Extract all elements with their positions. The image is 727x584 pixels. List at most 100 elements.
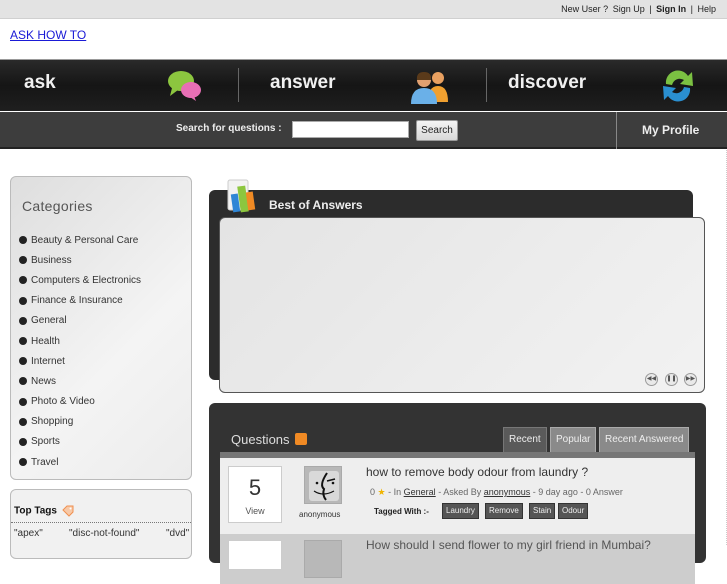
category-label: Business [31,254,72,266]
categories-list: Beauty & Personal Care Business Computer… [19,230,141,472]
bullet-icon [19,236,27,245]
separator: | [649,4,652,14]
tagged-with-label: Tagged With :- [374,507,429,516]
bullet-icon [19,256,27,265]
category-label: Finance & Insurance [31,295,123,307]
bullet-icon [19,357,27,366]
question-meta: 0 ★ - In General - Asked By anonymous - … [370,487,623,498]
rating-count: 0 [370,487,376,497]
rss-icon[interactable] [294,433,307,445]
bullet-icon [19,458,27,467]
search-button[interactable]: Search [416,120,458,141]
nav-answer[interactable]: answer [270,72,335,94]
tab-popular[interactable]: Popular [550,427,597,452]
sign-up-link[interactable]: Sign Up [613,4,645,14]
category-label: Computers & Electronics [31,274,142,286]
question-tag[interactable]: Laundry [442,503,479,519]
categories-panel: Categories Beauty & Personal Care Busine… [10,176,192,480]
bullet-icon [19,397,27,406]
question-age: - 9 day ago - 0 Answer [532,487,623,497]
questions-panel: Questions Recent Popular Recent Answered… [209,403,706,584]
bullet-icon [19,377,27,386]
user-name[interactable]: anonymous [299,510,340,519]
question-tag[interactable]: Remove [485,503,523,519]
category-label: News [31,375,57,387]
category-label: Travel [31,456,59,468]
questions-list: 5 View anonymous how to remove body odou… [220,452,695,584]
question-tag[interactable]: Stain [529,503,556,519]
category-item[interactable]: News [19,371,141,391]
previous-icon[interactable]: ◀◀ [645,373,658,386]
category-item[interactable]: Internet [19,351,141,371]
next-icon[interactable]: ▶▶ [684,373,697,386]
asked-by-label: - Asked By [438,487,482,497]
category-item[interactable]: Travel [19,452,141,472]
category-item[interactable]: Business [19,250,141,270]
separator: | [690,4,693,14]
top-bar: New User ? Sign Up | Sign In | Help [0,0,727,19]
tab-recent-answered[interactable]: Recent Answered [599,427,690,452]
question-title[interactable]: How should I send flower to my girl frie… [366,538,651,552]
category-item[interactable]: Computers & Electronics [19,270,141,290]
category-item[interactable]: Shopping [19,412,141,432]
questions-label: Questions [231,432,290,447]
bullet-icon [19,437,27,446]
divider [11,522,191,523]
question-row: 5 View anonymous how to remove body odou… [220,458,695,534]
questions-title: Questions [231,432,307,447]
main-nav: ask answer discover [0,59,727,111]
category-item[interactable]: Photo & Video [19,392,141,412]
view-count-number: 5 [248,475,262,500]
category-link[interactable]: General [404,487,436,497]
category-label: General [31,315,67,327]
top-tag[interactable]: "apex" [14,528,43,539]
finder-face-icon [309,471,339,501]
my-profile-link[interactable]: My Profile [642,123,699,137]
category-label: Health [31,335,60,347]
bullet-icon [19,337,27,346]
tab-recent[interactable]: Recent [503,427,547,452]
search-bar: Search for questions : Search My Profile [0,112,727,149]
bullet-icon [19,417,27,426]
avatar[interactable] [304,466,342,504]
chat-bubbles-icon[interactable] [166,68,204,102]
category-item[interactable]: General [19,311,141,331]
top-tags-title: Top Tags [14,505,74,517]
top-tag[interactable]: "disc-not-found" [69,528,139,539]
question-title[interactable]: how to remove body odour from laundry ? [366,465,588,479]
search-input[interactable] [292,121,409,138]
nav-ask[interactable]: ask [24,72,56,94]
category-label: Shopping [31,416,74,428]
categories-title: Categories [22,198,93,214]
category-item[interactable]: Health [19,331,141,351]
help-link[interactable]: Help [697,4,716,14]
category-label: Internet [31,355,65,367]
users-icon[interactable] [408,68,452,104]
in-label: - In [388,487,402,497]
site-logo-link[interactable]: ASK HOW TO [10,28,86,42]
new-user-label: New User ? [561,4,609,14]
view-count-label: View [245,506,265,516]
refresh-icon[interactable] [658,66,698,106]
best-of-answers-title: Best of Answers [269,198,363,212]
question-row: How should I send flower to my girl frie… [220,534,695,584]
bar-chart-icon [227,179,256,213]
bullet-icon [19,276,27,285]
bullet-icon [19,296,27,305]
avatar[interactable] [304,540,342,578]
asker-link[interactable]: anonymous [484,487,531,497]
sign-in-link[interactable]: Sign In [656,4,686,14]
top-tag[interactable]: "dvd" [166,528,189,539]
star-icon[interactable]: ★ [378,487,386,497]
category-label: Sports [31,436,60,448]
view-count: 5 View [228,466,282,523]
category-item[interactable]: Finance & Insurance [19,291,141,311]
nav-divider [486,68,487,102]
search-label: Search for questions : [176,123,282,134]
category-item[interactable]: Sports [19,432,141,452]
nav-discover[interactable]: discover [508,72,586,94]
top-tags-label: Top Tags [14,505,57,517]
question-tag[interactable]: Odour [558,503,589,519]
category-item[interactable]: Beauty & Personal Care [19,230,141,250]
pause-icon[interactable]: ❚❚ [665,373,678,386]
